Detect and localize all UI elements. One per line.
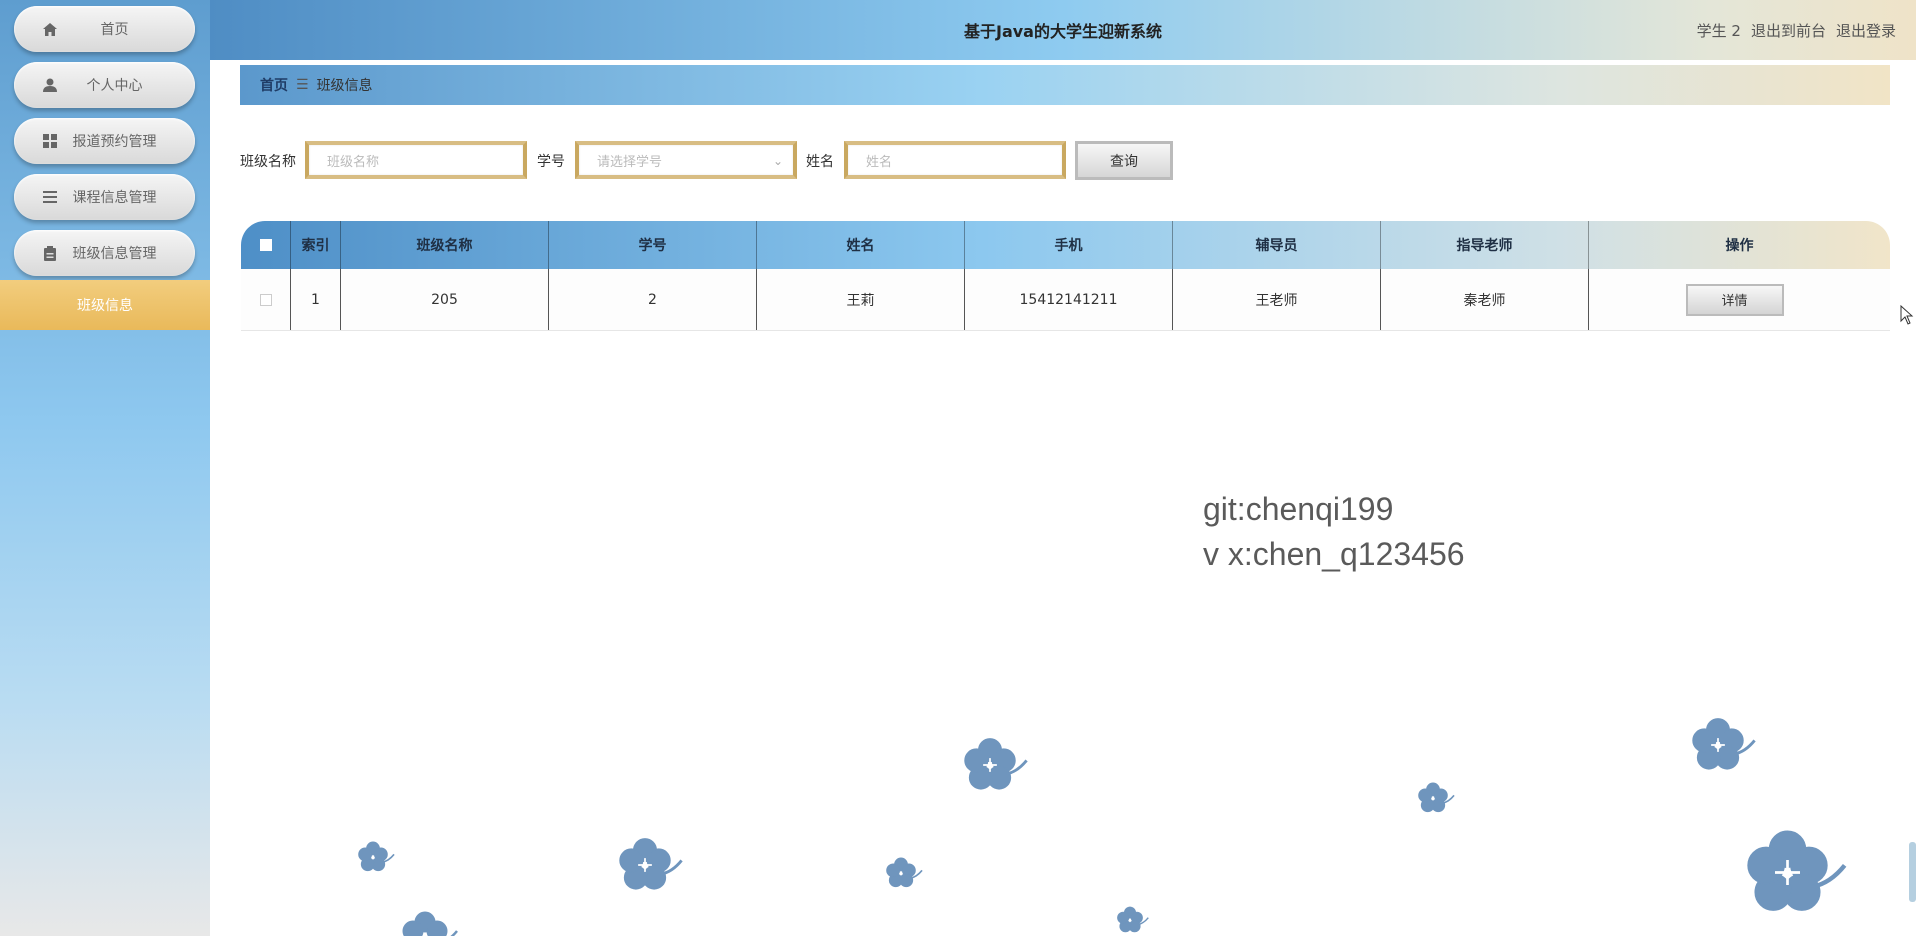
exit-to-front-link[interactable]: 退出到前台 — [1751, 20, 1826, 41]
sidebar-item-label: 课程信息管理 — [72, 190, 157, 206]
name-placeholder: 姓名 — [866, 154, 893, 170]
table-row: 1 205 2 王莉 15412141211 王老师 秦老师 详情 — [241, 269, 1890, 331]
sidebar-item-home[interactable]: 首页 — [14, 6, 195, 52]
chevron-down-icon: ⌄ — [772, 154, 783, 168]
sidebar-item-label: 报道预约管理 — [72, 134, 157, 150]
header-counselor: 辅导员 — [1173, 221, 1381, 269]
sidebar-item-label: 首页 — [100, 22, 129, 38]
clover-decoration-icon — [885, 857, 923, 888]
student-no-select[interactable]: 请选择学号 ⌄ — [575, 141, 797, 179]
user-icon — [42, 77, 58, 93]
student-no-label: 学号 — [537, 154, 565, 170]
clover-decoration-icon — [1725, 810, 1850, 935]
sidebar-subitem-class-info[interactable]: 班级信息 — [0, 280, 210, 330]
class-name-input[interactable]: 班级名称 — [305, 141, 527, 179]
clover-decoration-icon — [401, 910, 459, 936]
select-all-checkbox[interactable] — [259, 239, 272, 251]
watermark-line-2: v x:chen_q123456 — [1203, 536, 1465, 572]
header-index: 索引 — [291, 221, 341, 269]
header-action: 操作 — [1725, 238, 1754, 254]
watermark: git:chenqi199 v x:chen_q123456 — [1203, 487, 1465, 577]
list-icon — [42, 189, 58, 205]
breadcrumb-home[interactable]: 首页 — [260, 75, 288, 95]
header-phone: 手机 — [965, 221, 1173, 269]
header-name: 姓名 — [757, 221, 965, 269]
sidebar-item-label: 个人中心 — [86, 78, 143, 94]
header-student-no: 学号 — [549, 221, 757, 269]
table-header: 索引 班级名称 学号 姓名 手机 辅导员 指导老师 操作 — [241, 221, 1890, 269]
logout-link[interactable]: 退出登录 — [1836, 20, 1896, 41]
clover-decoration-icon — [1691, 717, 1756, 771]
class-name-placeholder: 班级名称 — [327, 154, 380, 170]
breadcrumb: 首页 ☰ 班级信息 — [240, 65, 1890, 105]
sidebar-item-label: 班级信息管理 — [72, 246, 157, 262]
breadcrumb-current: 班级信息 — [316, 78, 373, 94]
cell-class-name: 205 — [341, 269, 549, 330]
scrollbar-thumb[interactable] — [1909, 842, 1916, 902]
detail-button[interactable]: 详情 — [1685, 283, 1784, 316]
header-class-name: 班级名称 — [341, 221, 549, 269]
sidebar-item-registration[interactable]: 报道预约管理 — [14, 118, 195, 164]
row-checkbox[interactable] — [259, 293, 272, 306]
student-no-placeholder: 请选择学号 — [597, 154, 663, 170]
sidebar: 首页 个人中心 报道预约管理 课程信息管理 班级信息管理 班级信息 — [0, 0, 210, 936]
top-header: 基于Java的大学生迎新系统 学生 2 退出到前台 退出登录 — [210, 0, 1916, 60]
cell-counselor: 王老师 — [1173, 269, 1381, 330]
cell-name: 王莉 — [757, 269, 965, 330]
cell-index: 1 — [291, 269, 341, 330]
clover-decoration-icon — [963, 737, 1028, 791]
class-name-label: 班级名称 — [240, 154, 296, 170]
breadcrumb-separator-icon: ☰ — [296, 77, 309, 93]
query-button[interactable]: 查询 — [1075, 141, 1173, 180]
app-title: 基于Java的大学生迎新系统 — [964, 22, 1162, 41]
home-icon — [42, 21, 58, 37]
clipboard-icon — [42, 245, 58, 261]
sidebar-item-classes[interactable]: 班级信息管理 — [14, 230, 195, 276]
clover-decoration-icon — [618, 837, 683, 891]
class-info-table: 索引 班级名称 学号 姓名 手机 辅导员 指导老师 操作 1 205 2 王莉 … — [241, 221, 1890, 331]
sidebar-item-profile[interactable]: 个人中心 — [14, 62, 195, 108]
cell-advisor: 秦老师 — [1381, 269, 1589, 330]
watermark-line-1: git:chenqi199 — [1203, 491, 1394, 527]
header-user-area: 学生 2 退出到前台 退出登录 — [1697, 20, 1896, 41]
clover-decoration-icon — [357, 841, 395, 872]
cell-action: 详情 — [1589, 269, 1890, 330]
clover-decoration-icon — [1116, 906, 1150, 933]
cell-student-no: 2 — [549, 269, 757, 330]
name-label: 姓名 — [806, 154, 834, 170]
grid-icon — [42, 133, 58, 149]
header-advisor: 指导老师 — [1381, 221, 1589, 269]
name-input[interactable]: 姓名 — [844, 141, 1066, 179]
clover-decoration-icon — [1417, 782, 1455, 813]
header-select-all[interactable] — [241, 221, 291, 269]
mouse-cursor-icon — [1900, 305, 1914, 325]
current-user: 学生 2 — [1696, 22, 1741, 40]
cell-phone: 15412141211 — [965, 269, 1173, 330]
row-select-cell[interactable] — [241, 269, 291, 330]
sidebar-item-courses[interactable]: 课程信息管理 — [14, 174, 195, 220]
